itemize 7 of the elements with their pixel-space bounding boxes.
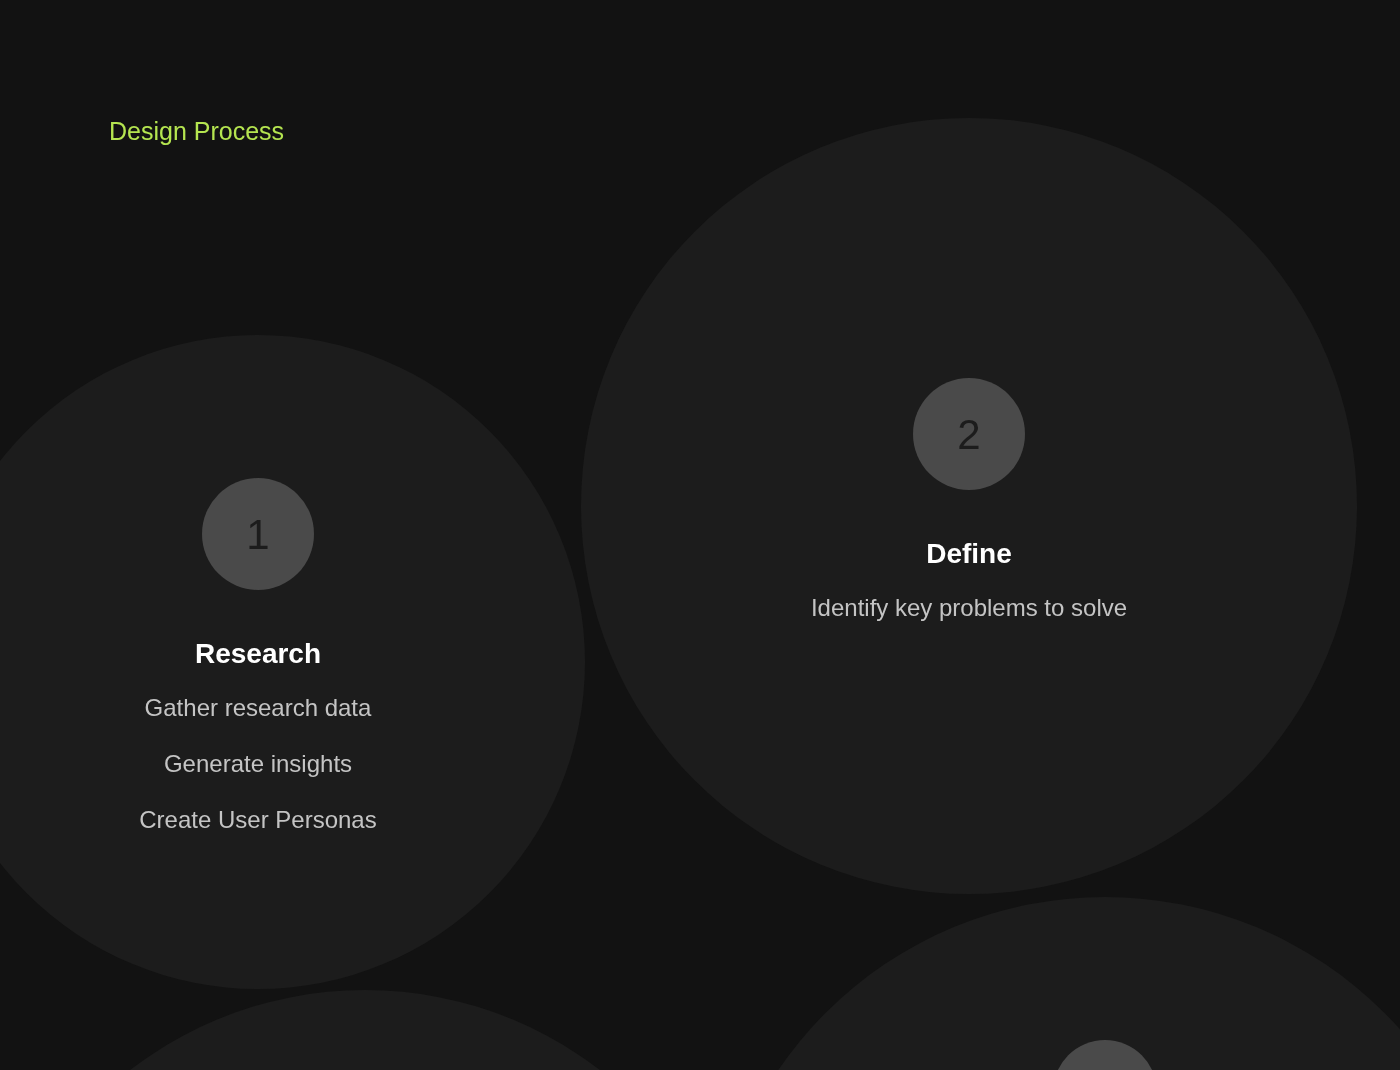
step-item: Identify key problems to solve	[810, 593, 1128, 623]
step-item: Gather research data	[144, 693, 372, 723]
step-title: Define	[926, 537, 1012, 571]
section-heading: Design Process	[109, 116, 285, 147]
step-title: Research	[194, 637, 322, 671]
step-item: Create User Personas	[139, 805, 377, 835]
step-item: Generate insights	[163, 749, 353, 779]
